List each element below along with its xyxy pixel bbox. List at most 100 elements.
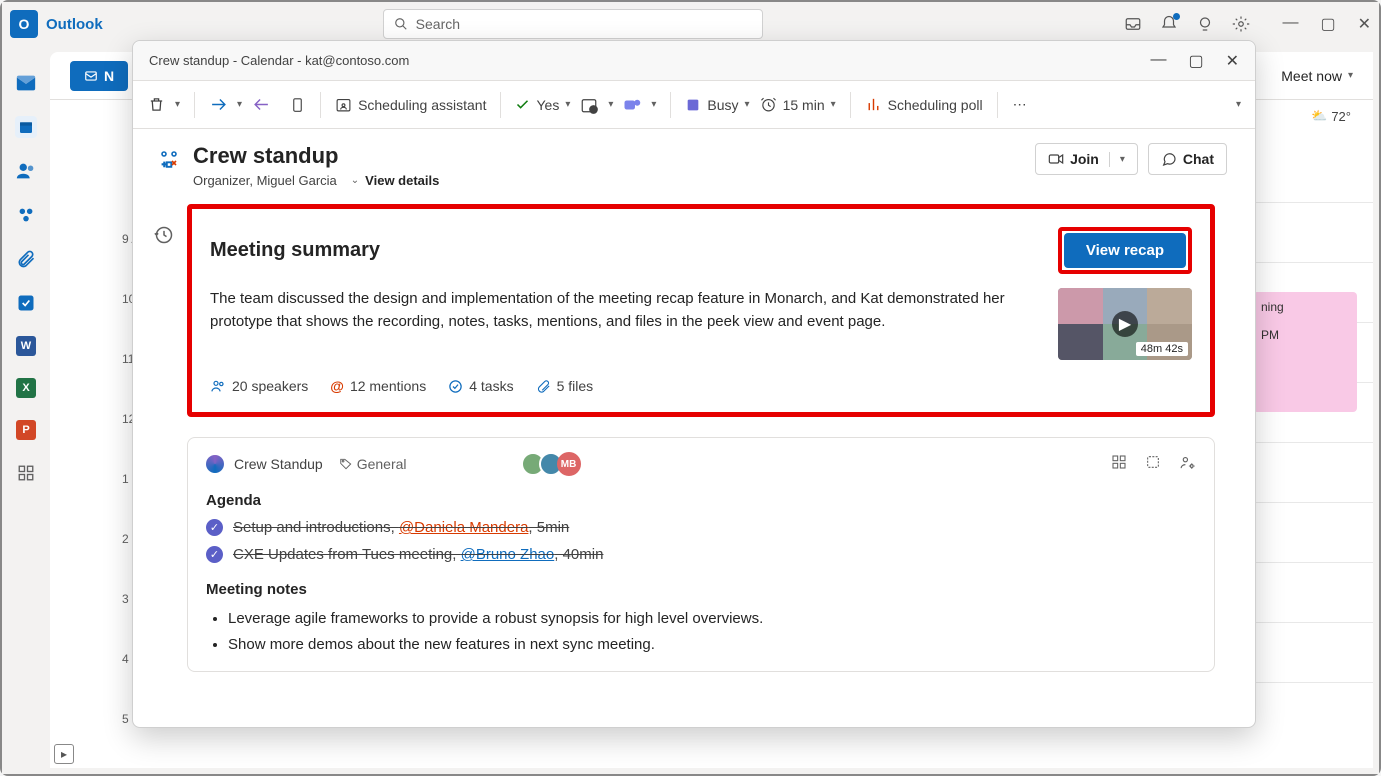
chevron-down-icon[interactable]: ▾ [237, 99, 242, 110]
scheduling-poll-button[interactable]: Scheduling poll [865, 96, 983, 113]
close-button[interactable]: ✕ [1358, 14, 1371, 34]
checkbox-checked-icon[interactable]: ✓ [206, 546, 223, 563]
loop-people-settings-icon[interactable] [1179, 454, 1196, 474]
stat-speakers[interactable]: 20 speakers [210, 378, 308, 394]
groups-icon[interactable] [15, 204, 37, 226]
chevron-down-icon[interactable]: ▾ [651, 99, 656, 110]
mention-link[interactable]: @Daniela Mandera [399, 519, 528, 536]
organizer-name: Organizer, Miguel Garcia [193, 173, 337, 188]
view-details-label: View details [365, 173, 439, 188]
powerpoint-icon[interactable]: P [16, 420, 36, 440]
join-button[interactable]: Join ▾ [1035, 143, 1138, 175]
agenda-text: CXE Updates from Tues meeting, @Bruno Zh… [233, 546, 603, 563]
busy-label: Busy [707, 97, 738, 113]
stat-tasks[interactable]: 4 tasks [448, 378, 513, 394]
excel-icon[interactable]: X [16, 378, 36, 398]
chevron-down-icon: ⌄ [351, 175, 359, 186]
presence-avatars[interactable]: MB [527, 452, 581, 476]
forward-icon[interactable] [209, 96, 227, 114]
more-options-icon[interactable]: ⋯ [1012, 96, 1030, 114]
meeting-summary-card: Meeting summary View recap The team disc… [187, 204, 1215, 417]
show-as-busy-button[interactable]: Busy ▾ [685, 97, 749, 113]
event-title: Crew standup [193, 143, 1023, 169]
avatar: MB [557, 452, 581, 476]
device-icon[interactable] [288, 96, 306, 114]
calendar-add-icon[interactable] [580, 96, 598, 114]
view-recap-highlight: View recap [1058, 227, 1192, 274]
attach-icon[interactable] [15, 248, 37, 270]
dialog-close-button[interactable]: ✕ [1226, 51, 1239, 71]
event-header: +□ Crew standup Organizer, Miguel Garcia… [133, 129, 1255, 198]
stat-speakers-label: 20 speakers [232, 378, 308, 394]
view-recap-button[interactable]: View recap [1064, 233, 1186, 268]
lightbulb-icon[interactable] [1196, 15, 1214, 33]
summary-stats: 20 speakers @ 12 mentions 4 tasks 5 file… [210, 378, 1192, 394]
checkbox-checked-icon[interactable]: ✓ [206, 519, 223, 536]
rsvp-yes-label: Yes [536, 97, 559, 113]
loop-page-name[interactable]: Crew Standup [234, 456, 323, 472]
chat-button[interactable]: Chat [1148, 143, 1227, 175]
mail-icon[interactable] [15, 72, 37, 94]
reminder-button[interactable]: 15 min ▾ [760, 96, 836, 113]
more-apps-icon[interactable] [15, 462, 37, 484]
meet-now-button[interactable]: Meet now ▾ [1281, 68, 1353, 84]
agenda-item[interactable]: ✓Setup and introductions, @Daniela Mande… [206, 519, 1196, 536]
chevron-down-icon[interactable]: ▾ [175, 99, 180, 110]
chevron-down-icon[interactable]: ▾ [608, 99, 613, 110]
rsvp-yes-button[interactable]: Yes ▾ [515, 97, 570, 113]
inbox-tray-icon[interactable] [1124, 15, 1142, 33]
summary-text: The team discussed the design and implem… [210, 288, 1040, 360]
reminder-label: 15 min [783, 97, 825, 113]
checkmark-icon [515, 97, 530, 112]
check-circle-icon [448, 379, 463, 394]
stat-mentions[interactable]: @ 12 mentions [330, 378, 426, 394]
minimize-button[interactable]: — [1282, 14, 1298, 34]
teams-chat-icon[interactable] [623, 96, 641, 114]
word-icon[interactable]: W [16, 336, 36, 356]
agenda-item[interactable]: ✓ CXE Updates from Tues meeting, @Bruno Z… [206, 546, 1196, 563]
notification-bell-icon[interactable] [1160, 15, 1178, 33]
settings-gear-icon[interactable] [1232, 15, 1250, 33]
recording-duration: 48m 42s [1136, 342, 1188, 356]
window-controls: — ▢ ✕ [1282, 14, 1371, 34]
calendar-icon[interactable] [15, 116, 37, 138]
loop-tag[interactable]: General [339, 456, 407, 472]
svg-text:+□: +□ [162, 160, 172, 169]
chat-label: Chat [1183, 151, 1214, 167]
at-sign-icon: @ [330, 378, 344, 394]
note-item: Leverage agile frameworks to provide a r… [228, 606, 1196, 632]
search-input[interactable]: Search [383, 9, 763, 39]
scheduling-poll-label: Scheduling poll [888, 97, 983, 113]
mention-link[interactable]: @Bruno Zhao [461, 546, 555, 563]
dialog-titlebar: Crew standup - Calendar - kat@contoso.co… [133, 41, 1255, 81]
dialog-maximize-button[interactable]: ▢ [1188, 51, 1203, 71]
summary-title: Meeting summary [210, 239, 380, 262]
chevron-down-icon[interactable]: ▾ [1109, 152, 1131, 167]
chat-bubble-icon [1161, 151, 1177, 167]
app-name: Outlook [46, 16, 103, 33]
delete-icon[interactable] [147, 96, 165, 114]
scheduling-assistant-button[interactable]: Scheduling assistant [335, 96, 486, 113]
stat-files[interactable]: 5 files [536, 378, 594, 394]
loop-grid-icon[interactable] [1111, 454, 1127, 474]
dialog-minimize-button[interactable]: — [1150, 51, 1166, 71]
collapse-panel-button[interactable]: ▸ [54, 744, 74, 764]
loop-expand-icon[interactable] [1145, 454, 1161, 474]
chevron-down-icon: ▾ [565, 99, 570, 110]
loop-icon [206, 455, 224, 473]
new-event-button[interactable]: New event N [70, 61, 128, 91]
calendar-event-pink[interactable]: ning PM [1253, 292, 1357, 412]
stat-files-label: 5 files [557, 378, 594, 394]
tag-icon [339, 457, 353, 471]
chevron-down-overflow-icon[interactable]: ▾ [1236, 99, 1241, 110]
scheduling-assistant-label: Scheduling assistant [358, 97, 486, 113]
todo-icon[interactable] [15, 292, 37, 314]
recording-thumbnail[interactable]: ▶ 48m 42s [1058, 288, 1192, 360]
search-icon [394, 17, 408, 31]
loop-tag-label: General [357, 456, 407, 472]
reply-icon[interactable] [252, 96, 270, 114]
people-icon[interactable] [15, 160, 37, 182]
maximize-button[interactable]: ▢ [1320, 14, 1335, 34]
view-details-toggle[interactable]: ⌄ View details [351, 173, 440, 188]
chevron-down-icon: ▾ [1348, 70, 1353, 81]
